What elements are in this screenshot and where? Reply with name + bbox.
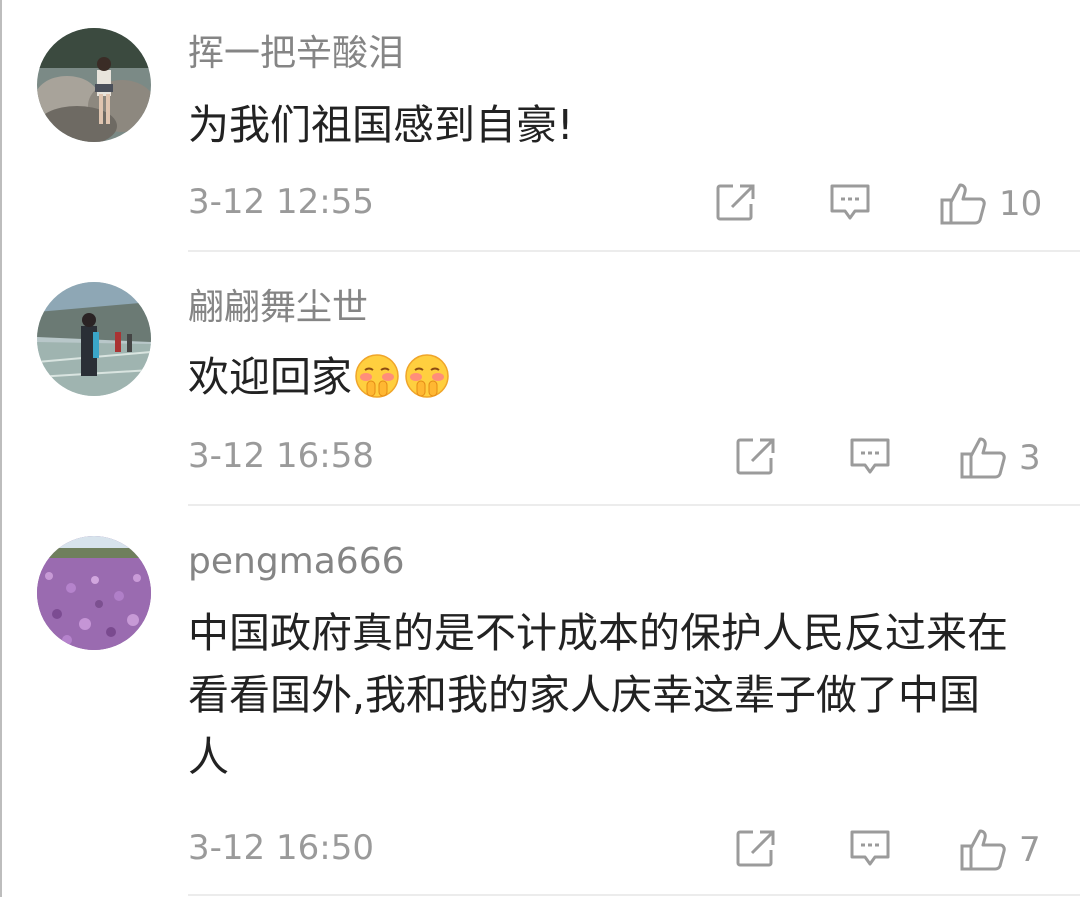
emoji-group	[354, 353, 450, 399]
timestamp: 3-12 16:50	[188, 828, 374, 868]
share-icon	[736, 830, 775, 867]
share-button[interactable]	[715, 182, 757, 222]
timestamp: 3-12 16:58	[188, 436, 374, 476]
comment-meta: 3-12 12:55 10	[188, 178, 1044, 226]
like-button[interactable]: 3	[959, 436, 1041, 480]
comment-text: 中国政府真的是不计成本的保护人民反过来在看看国外,我和我的家人庆幸这辈子做了中国…	[188, 602, 1018, 788]
like-button[interactable]: 10	[939, 182, 1042, 226]
comment-item: pengma666 中国政府真的是不计成本的保护人民反过来在看看国外,我和我的家…	[0, 506, 1080, 897]
comment-icon	[850, 438, 890, 474]
reply-button[interactable]	[828, 182, 872, 222]
comment-meta: 3-12 16:50 7	[188, 824, 1044, 872]
comment-text: 为我们祖国感到自豪!	[188, 94, 1018, 156]
reply-button[interactable]	[848, 828, 892, 868]
username[interactable]: 翩翩舞尘世	[188, 286, 368, 330]
reply-button[interactable]	[848, 436, 892, 476]
comment-meta: 3-12 16:58 3	[188, 432, 1044, 480]
thumbs-up-icon	[960, 829, 1006, 871]
avatar[interactable]	[37, 28, 151, 142]
comment-text-content: 为我们祖国感到自豪!	[188, 101, 574, 149]
comment-text-content: 欢迎回家	[188, 353, 352, 401]
like-count: 3	[1019, 438, 1041, 478]
like-count: 10	[999, 184, 1043, 224]
comment-text-content: 中国政府真的是不计成本的保护人民反过来在看看国外,我和我的家人庆幸这辈子做了中国…	[188, 609, 1008, 781]
comment-item: 挥一把辛酸泪 为我们祖国感到自豪! 3-12 12:55 10	[0, 0, 1080, 252]
thumbs-up-icon	[960, 437, 1006, 479]
comment-icon	[850, 830, 890, 866]
timestamp: 3-12 12:55	[188, 182, 374, 222]
share-button[interactable]	[735, 436, 777, 476]
comment-text: 欢迎回家	[188, 346, 1018, 408]
share-icon	[716, 184, 755, 221]
divider	[188, 894, 1080, 896]
comment-icon	[830, 184, 870, 220]
like-count: 7	[1019, 830, 1041, 870]
username[interactable]: pengma666	[188, 540, 405, 584]
thumbs-up-icon	[940, 183, 986, 225]
like-button[interactable]: 7	[959, 828, 1041, 872]
avatar[interactable]	[37, 282, 151, 396]
avatar[interactable]	[37, 536, 151, 650]
shy-face-emoji	[405, 354, 449, 398]
comment-item: 翩翩舞尘世 欢迎回家 3-12 16:58 3	[0, 252, 1080, 506]
share-button[interactable]	[735, 828, 777, 868]
username[interactable]: 挥一把辛酸泪	[188, 32, 404, 76]
share-icon	[736, 438, 775, 475]
shy-face-emoji	[355, 354, 399, 398]
